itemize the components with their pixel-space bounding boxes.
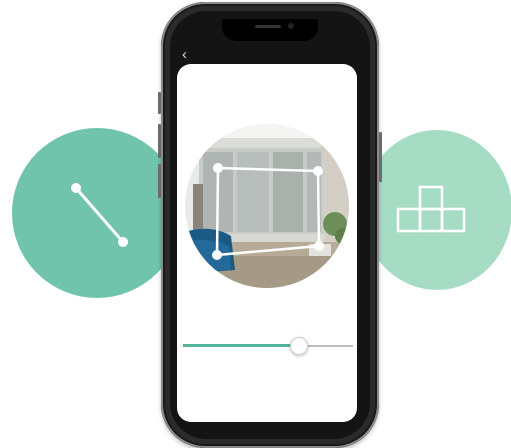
measure-feature-circle [12,128,182,298]
app-screen [177,64,357,422]
slider-thumb[interactable] [289,337,308,355]
slider-fill [183,344,299,347]
blocks-feature-circle [362,130,511,290]
room-photo-illustration [185,124,349,288]
measure-line-icon [71,183,128,247]
room-photo [185,124,349,288]
speaker-grille [255,25,281,28]
back-button[interactable]: ‹ [182,47,196,63]
chevron-left-icon: ‹ [182,46,187,63]
blocks-icon [396,185,466,233]
front-camera [288,23,294,29]
phone-notch [222,19,318,41]
adjust-slider[interactable] [183,336,353,356]
